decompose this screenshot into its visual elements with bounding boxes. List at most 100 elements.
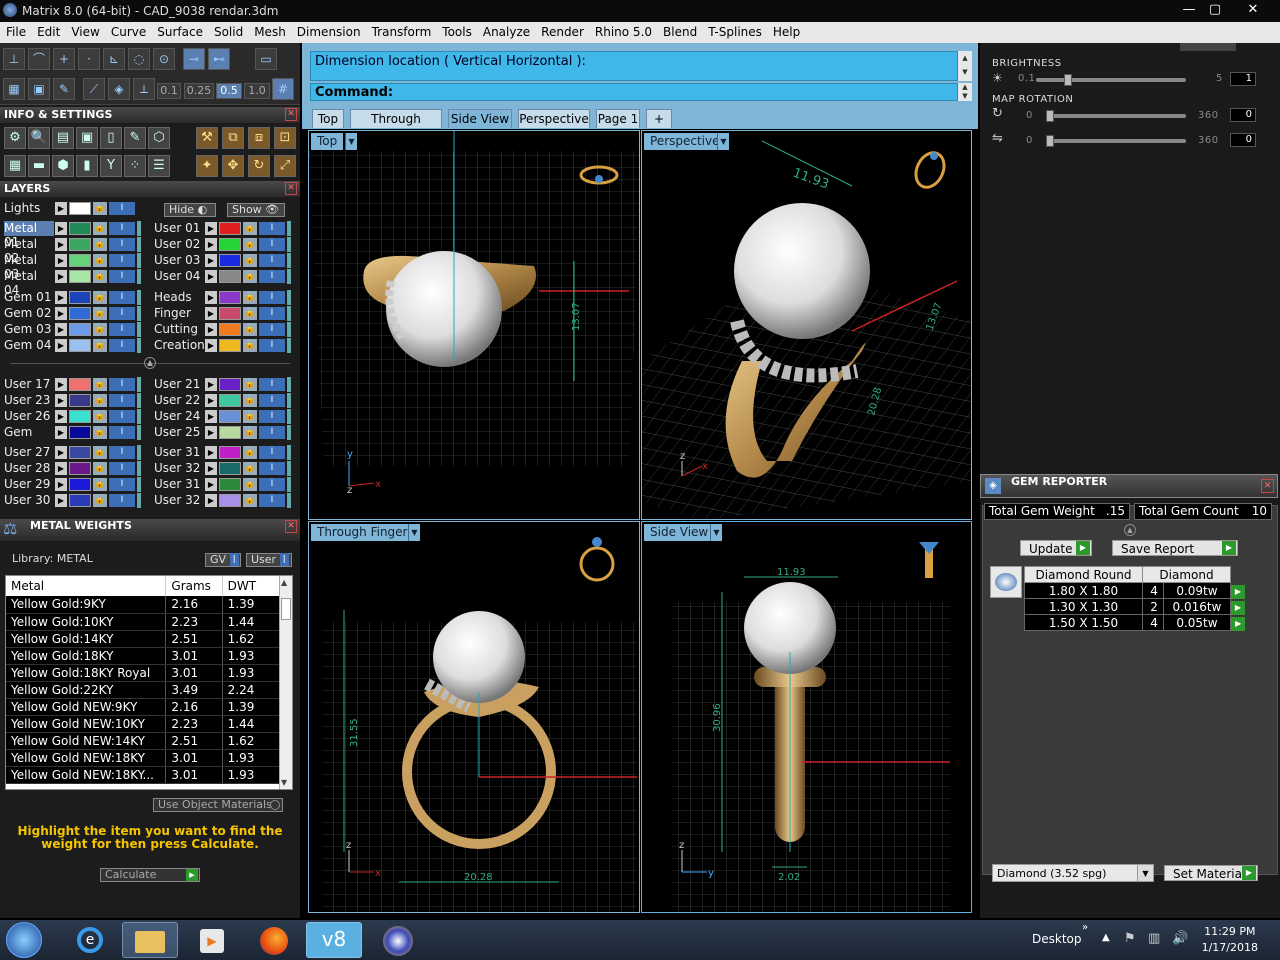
layer-name[interactable]: User 31: [154, 445, 204, 460]
close-layers-icon[interactable]: ✕: [285, 182, 297, 195]
viewport-side-label[interactable]: Side View: [644, 524, 715, 541]
layer-arrow-icon[interactable]: ▶: [205, 446, 217, 459]
layer-name[interactable]: User 21: [154, 377, 204, 392]
list-icon[interactable]: ☰: [148, 155, 170, 177]
layer-name[interactable]: User 24: [154, 409, 204, 424]
menu-transform[interactable]: Transform: [366, 22, 437, 39]
rotation-1-thumb[interactable]: [1046, 110, 1054, 122]
table-row[interactable]: Yellow Gold NEW:9KY 2.16 1.39: [6, 698, 282, 716]
layer-row-creation[interactable]: Creation ▶ 🔒 I: [150, 338, 295, 353]
filter-icon[interactable]: Y: [100, 155, 122, 177]
gem-row-action[interactable]: ▶: [1230, 599, 1245, 615]
snap-end-icon[interactable]: ⊥: [3, 48, 25, 70]
layer-visibility-icon[interactable]: I: [259, 222, 285, 235]
layer-color-swatch[interactable]: [69, 339, 91, 352]
tab-perspective[interactable]: Perspective: [518, 109, 590, 128]
box-3d-icon[interactable]: ▣: [76, 127, 98, 149]
layer-lock-icon[interactable]: 🔒: [243, 462, 257, 475]
layer-color-swatch[interactable]: [219, 339, 241, 352]
zoom-icon[interactable]: 🔍: [28, 127, 50, 149]
layer-name[interactable]: Gem 02: [4, 306, 54, 321]
layer-row-gem-04[interactable]: Gem 04 ▶ 🔒 I: [0, 338, 145, 353]
layer-lock-icon[interactable]: 🔒: [243, 478, 257, 491]
layer-arrow-icon[interactable]: ▶: [55, 254, 67, 267]
layer-visibility-icon[interactable]: I: [259, 270, 285, 283]
layer-visibility-icon[interactable]: I: [259, 238, 285, 251]
layer-visibility-icon[interactable]: I: [109, 462, 135, 475]
layer-visibility-icon[interactable]: I: [259, 378, 285, 391]
layer-row-user-31[interactable]: User 31 ▶ 🔒 I: [150, 445, 295, 460]
layer-lock-icon[interactable]: 🔒: [93, 254, 107, 267]
layer-visibility-icon[interactable]: I: [109, 494, 135, 507]
layer-name[interactable]: User 26: [4, 409, 54, 424]
user-button[interactable]: User I: [246, 553, 292, 567]
layer-row-user-22[interactable]: User 22 ▶ 🔒 I: [150, 393, 295, 408]
layer-lock-icon[interactable]: 🔒: [93, 238, 107, 251]
viewport-perspective-dropdown-icon[interactable]: ▼: [717, 133, 729, 150]
snap-grid-icon[interactable]: ⊸: [183, 48, 205, 70]
layer-arrow-icon[interactable]: ▶: [205, 410, 217, 423]
layer-name[interactable]: Gem 01: [4, 290, 54, 305]
layer-color-swatch[interactable]: [69, 238, 91, 251]
layer-lock-icon[interactable]: 🔒: [93, 339, 107, 352]
layer-color-swatch[interactable]: [219, 446, 241, 459]
scroll-thumb[interactable]: [281, 598, 291, 620]
menu-mesh[interactable]: Mesh: [248, 22, 291, 39]
layer-row-heads[interactable]: Heads ▶ 🔒 I: [150, 290, 295, 305]
layer-color-swatch[interactable]: [69, 462, 91, 475]
layer-color-swatch[interactable]: [219, 410, 241, 423]
table-row[interactable]: Yellow Gold NEW:14KY 2.51 1.62: [6, 732, 282, 750]
rotation-2-slider[interactable]: [1046, 135, 1186, 147]
layer-row-metal-02[interactable]: Metal 02 ▶ 🔒 I: [0, 237, 145, 265]
layer-lock-icon[interactable]: 🔒: [93, 307, 107, 320]
layer-arrow-icon[interactable]: ▶: [205, 270, 217, 283]
cplane-icon[interactable]: ◈: [108, 78, 130, 100]
layer-arrow-icon[interactable]: ▶: [205, 254, 217, 267]
hide-button[interactable]: Hide ◐: [164, 203, 216, 217]
layer-color-swatch[interactable]: [69, 478, 91, 491]
box-view-icon[interactable]: ▣: [28, 78, 50, 100]
ungroup-icon[interactable]: ⧈: [248, 127, 270, 149]
layer-color-swatch[interactable]: [219, 323, 241, 336]
layer-color-swatch[interactable]: [69, 291, 91, 304]
layer-lock-icon[interactable]: 🔒: [93, 410, 107, 423]
cube-icon[interactable]: ⬡: [148, 127, 170, 149]
layer-row-user-27[interactable]: User 27 ▶ 🔒 I: [0, 445, 145, 460]
material-select[interactable]: Diamond (3.52 spg) ▼: [992, 864, 1154, 882]
layer-visibility-icon[interactable]: I: [109, 478, 135, 491]
solid-icon[interactable]: ⬢: [52, 155, 74, 177]
snap-value-10[interactable]: 1.0: [244, 83, 270, 99]
snap-tan-icon[interactable]: ◌: [128, 48, 150, 70]
layer-arrow-icon[interactable]: ▶: [205, 426, 217, 439]
layer-visibility-icon[interactable]: I: [109, 291, 135, 304]
settings-icon[interactable]: ⚙: [4, 127, 26, 149]
layer-visibility-icon[interactable]: I: [109, 410, 135, 423]
layer-color-swatch[interactable]: [219, 378, 241, 391]
layer-name[interactable]: User 32: [154, 493, 204, 508]
layer-visibility-icon[interactable]: I: [109, 307, 135, 320]
table-row[interactable]: Yellow Gold NEW:18KY... 3.01 1.93: [6, 766, 282, 784]
layer-lock-icon[interactable]: 🔒: [93, 446, 107, 459]
layer-row-user-28[interactable]: User 28 ▶ 🔒 I: [0, 461, 145, 476]
media-player-icon[interactable]: ▶: [184, 922, 240, 958]
measure-icon[interactable]: ⟋: [83, 78, 105, 100]
layer-arrow-icon[interactable]: ▶: [55, 339, 67, 352]
lights-visibility-icon[interactable]: I: [109, 202, 135, 215]
layer-name[interactable]: Metal 03: [4, 253, 54, 281]
layer-arrow-icon[interactable]: ▶: [55, 323, 67, 336]
show-button[interactable]: Show 👁: [227, 203, 285, 217]
rotation-2-value[interactable]: 0: [1230, 133, 1256, 147]
layer-color-swatch[interactable]: [69, 323, 91, 336]
menu-analyze[interactable]: Analyze: [477, 22, 535, 39]
layer-name[interactable]: User 32: [154, 461, 204, 476]
pen-icon[interactable]: ✎: [53, 78, 75, 100]
material-dropdown-icon[interactable]: ▼: [1137, 865, 1153, 881]
layer-arrow-icon[interactable]: ▶: [205, 238, 217, 251]
layer-color-swatch[interactable]: [69, 378, 91, 391]
layer-name[interactable]: User 03: [154, 253, 204, 268]
layer-row-gem-03[interactable]: Gem 03 ▶ 🔒 I: [0, 322, 145, 337]
snap-curve-icon[interactable]: ⌒: [28, 48, 50, 70]
layer-name[interactable]: Metal 01: [4, 221, 54, 249]
layer-visibility-icon[interactable]: I: [259, 254, 285, 267]
layer-arrow-icon[interactable]: ▶: [55, 238, 67, 251]
